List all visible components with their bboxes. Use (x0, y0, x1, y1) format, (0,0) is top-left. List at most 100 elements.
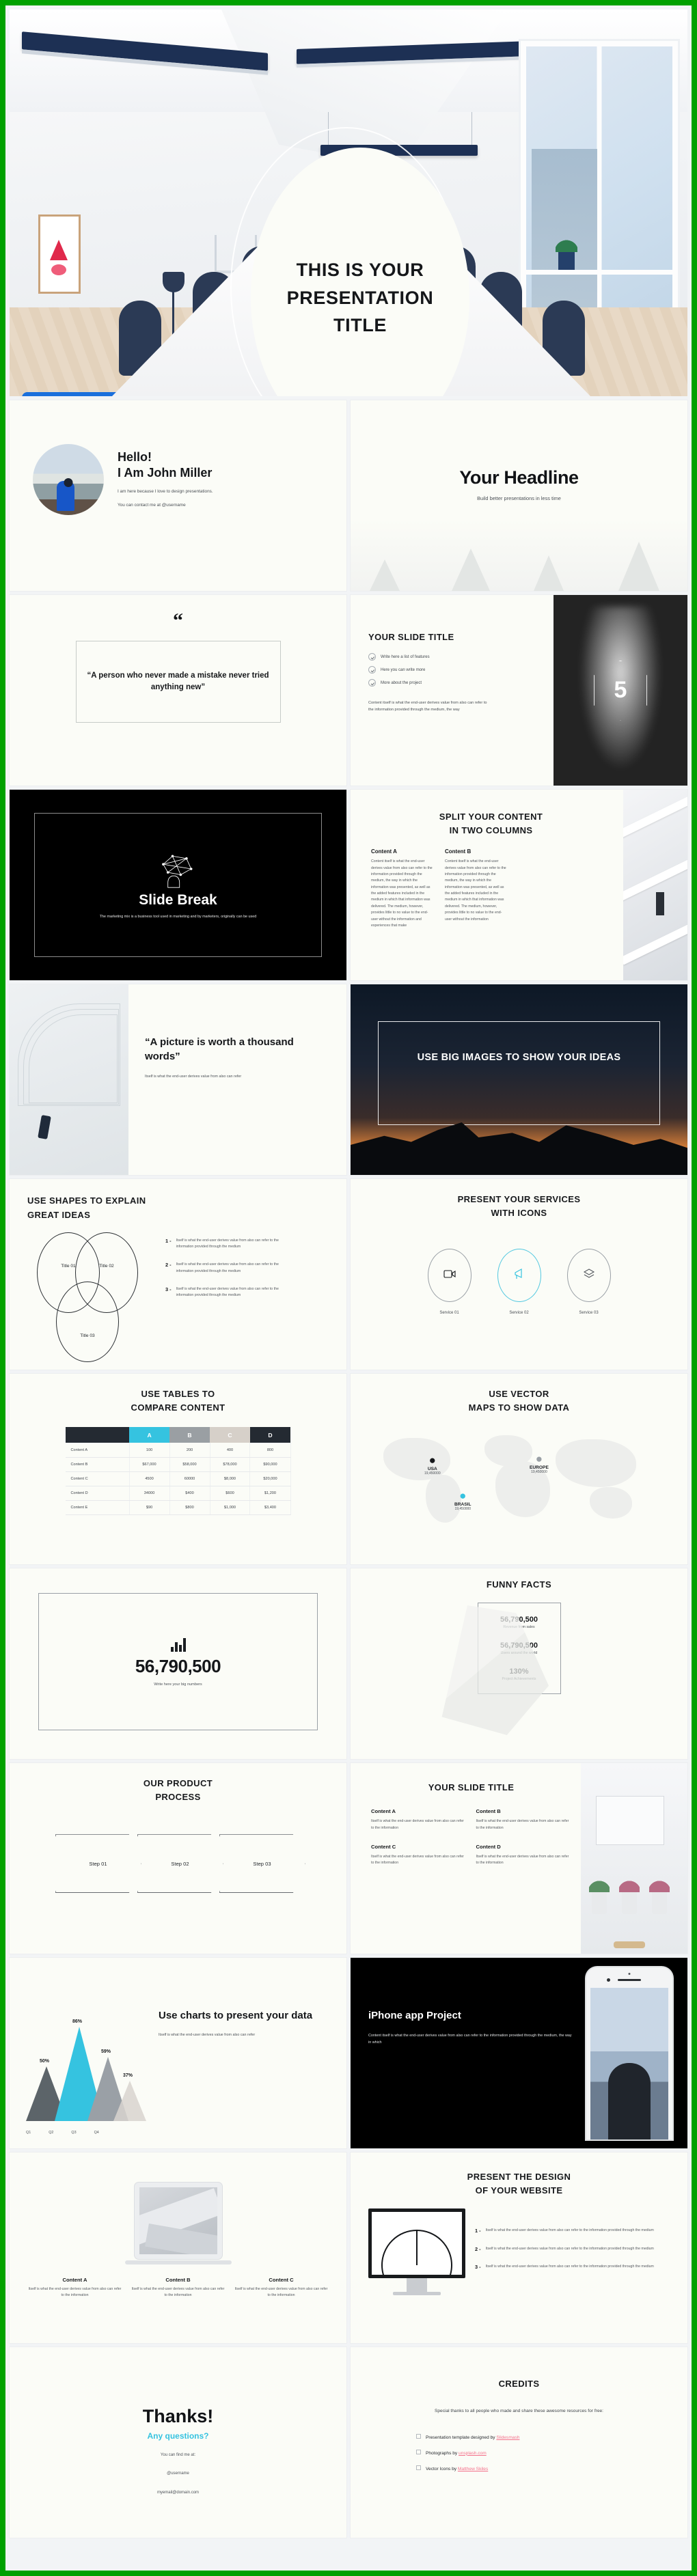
art-ellipse (51, 264, 66, 275)
process-title-line1: OUR PRODUCT (143, 1778, 213, 1788)
cell: 4500 (129, 1471, 170, 1486)
credit-link[interactable]: Slidesmash (496, 2435, 519, 2440)
column-body: Itself is what the end-user derives valu… (234, 2287, 328, 2298)
hexagon-badge: 5 (594, 660, 647, 721)
service-label: Service 02 (509, 1311, 529, 1316)
three-columns: Content A Itself is what the end-user der… (27, 2277, 329, 2299)
column: Content A Itself is what the end-user der… (27, 2277, 122, 2299)
imac-mockup (368, 2208, 465, 2296)
megaphone-icon (513, 1268, 525, 1284)
service-item-3[interactable]: Service 03 (566, 1249, 611, 1315)
slide-chart[interactable]: 50% 86% 59% 37% Q1 Q2 Q3 Q4 Use charts t… (10, 1958, 346, 2148)
slide-features[interactable]: YOUR SLIDE TITLE Write here a list of fe… (351, 595, 687, 786)
cell: $58,000 (169, 1457, 210, 1472)
outline-box (378, 1021, 660, 1125)
map-pin-europe[interactable]: ● EUROPE 19,450000 (530, 1453, 549, 1474)
pin-name: USA (427, 1467, 437, 1472)
map-pin-brasil[interactable]: ● BRASIL 19,450000 (454, 1490, 472, 1511)
slide-website-design[interactable]: PRESENT THE DESIGN OF YOUR WEBSITE 1 - It… (351, 2152, 687, 2343)
shapes-title-line1: USE SHAPES TO EXPLAIN (27, 1195, 146, 1206)
process-step-3[interactable]: Step 03 (219, 1834, 305, 1894)
slides-grid: Hello! I Am John Miller I am here becaus… (10, 400, 687, 2538)
cell: $1,200 (249, 1486, 291, 1501)
slide-hello[interactable]: Hello! I Am John Miller I am here becaus… (10, 400, 346, 591)
feature-label: More about the project (381, 680, 422, 685)
slide-thanks[interactable]: Thanks! Any questions? You can find me a… (10, 2347, 346, 2538)
column-a: Content A Content itself is what the end… (371, 848, 434, 929)
point-text: Itself is what the end-user derives valu… (485, 2246, 654, 2251)
process-step-1[interactable]: Step 01 (55, 1834, 141, 1894)
pin-value: 19,450000 (454, 1507, 472, 1512)
hero-slide: THIS IS YOUR PRESENTATION TITLE (10, 10, 687, 396)
slide-content-grid[interactable]: YOUR SLIDE TITLE Content A Itself is what… (351, 1763, 687, 1954)
credit-link[interactable]: Matthew Skiles (458, 2467, 488, 2471)
iphone-mockup (586, 1967, 672, 2139)
thanks-question: Any questions? (147, 2431, 209, 2441)
quote-text: “A person who never made a mistake never… (87, 671, 269, 691)
column: Content B Itself is what the end-user der… (131, 2277, 226, 2299)
list-item: 1 - Itself is what the end-user derives v… (475, 2228, 670, 2234)
slide-headline[interactable]: Your Headline Build better presentations… (351, 400, 687, 591)
table-title: USE TABLES TO COMPARE CONTENT (10, 1374, 346, 1415)
process-title-line2: PROCESS (155, 1792, 201, 1803)
chart-bar-q4 (113, 2081, 146, 2121)
map-title: USE VECTOR MAPS TO SHOW DATA (351, 1374, 687, 1415)
smoke-photo: 5 (554, 595, 687, 786)
cell: $20,000 (249, 1471, 291, 1486)
slide-process[interactable]: OUR PRODUCT PROCESS Step 01 Step 02 Step… (10, 1763, 346, 1954)
slide-shapes[interactable]: USE SHAPES TO EXPLAIN GREAT IDEAS Title … (10, 1179, 346, 1370)
table-header-b: B (169, 1427, 210, 1443)
grid-body: Itself is what the end-user derives valu… (476, 1854, 569, 1866)
slide-break-body: The marketing mix is a business tool use… (99, 914, 257, 919)
services-title-line1: PRESENT YOUR SERVICES (457, 1194, 581, 1204)
tick-label: Q4 (94, 2131, 99, 2135)
ferris-wheel-graphic (381, 2230, 452, 2275)
check-circle-icon (368, 679, 376, 687)
hello-heading: Hello! I Am John Miller (118, 449, 213, 481)
slide-big-images[interactable]: USE BIG IMAGES TO SHOW YOUR IDEAS (351, 984, 687, 1175)
iphone-body: Content itself is what the end-user deri… (368, 2034, 572, 2045)
cell: Content B (65, 1457, 130, 1472)
point-number: 3 - (165, 1286, 172, 1293)
cell: Content A (65, 1443, 130, 1458)
slide-split-columns[interactable]: SPLIT YOUR CONTENT IN TWO COLUMNS Conten… (351, 790, 687, 980)
slide-credits[interactable]: CREDITS Special thanks to all people who… (351, 2347, 687, 2538)
credits-title: CREDITS (498, 2379, 540, 2389)
slide-quote[interactable]: “ “A person who never made a mistake nev… (10, 595, 346, 786)
quote-mark-icon: “ (173, 609, 183, 632)
point-number: 2 - (475, 2245, 481, 2252)
point-text: Itself is what the end-user derives valu… (485, 2265, 654, 2269)
grid-heading: Content A (371, 1808, 396, 1815)
credit-prefix: Photographs by (426, 2450, 459, 2456)
thanks-title: Thanks! (142, 2406, 214, 2426)
chart-title: Use charts to present your data (159, 2010, 313, 2021)
slide-picture-quote[interactable]: “A picture is worth a thousand words” It… (10, 984, 346, 1175)
list-item: More about the project (368, 679, 554, 687)
map-pin-usa[interactable]: ● USA 19,450000 (424, 1454, 441, 1476)
slide-break[interactable]: Slide Break The marketing mix is a busin… (10, 790, 346, 980)
service-ring (497, 1249, 541, 1303)
cell: $600 (210, 1486, 251, 1501)
venn-label: Title 01 (61, 1264, 76, 1269)
slide-iphone[interactable]: iPhone app Project Content itself is wha… (351, 1958, 687, 2148)
poster-frame: THIS IS YOUR PRESENTATION TITLE Hello! I… (5, 5, 692, 2571)
slide-map[interactable]: USE VECTOR MAPS TO SHOW DATA ● USA 19,45… (351, 1374, 687, 1564)
slide-services[interactable]: PRESENT YOUR SERVICES WITH ICONS Service… (351, 1179, 687, 1370)
point-number: 3 - (475, 2264, 481, 2270)
slide-website-three[interactable]: Content A Itself is what the end-user der… (10, 2152, 346, 2343)
thanks-username: @username (167, 2471, 189, 2476)
table-row: Content B $67,000 $58,000 $78,000 $90,000 (65, 1457, 291, 1472)
service-item-2[interactable]: Service 02 (497, 1249, 541, 1315)
credit-prefix: Presentation template designed by (426, 2435, 497, 2440)
features-title: YOUR SLIDE TITLE (368, 632, 454, 642)
location-pin-icon: ● (459, 1489, 467, 1503)
process-step-2[interactable]: Step 02 (137, 1834, 223, 1894)
slide-funny-facts[interactable]: FUNNY FACTS 56,790,500 Revenue from sale… (351, 1568, 687, 1759)
car (38, 1115, 51, 1139)
slide-big-number[interactable]: 56,790,500 Write here your big numbers (10, 1568, 346, 1759)
credit-link[interactable]: unsplash.com (459, 2451, 487, 2456)
slide-table[interactable]: USE TABLES TO COMPARE CONTENT A B C D Co… (10, 1374, 346, 1564)
website-design-line1: PRESENT THE DESIGN (467, 2172, 571, 2182)
bullet-box-icon (416, 2449, 421, 2454)
service-item-1[interactable]: Service 01 (427, 1249, 472, 1315)
